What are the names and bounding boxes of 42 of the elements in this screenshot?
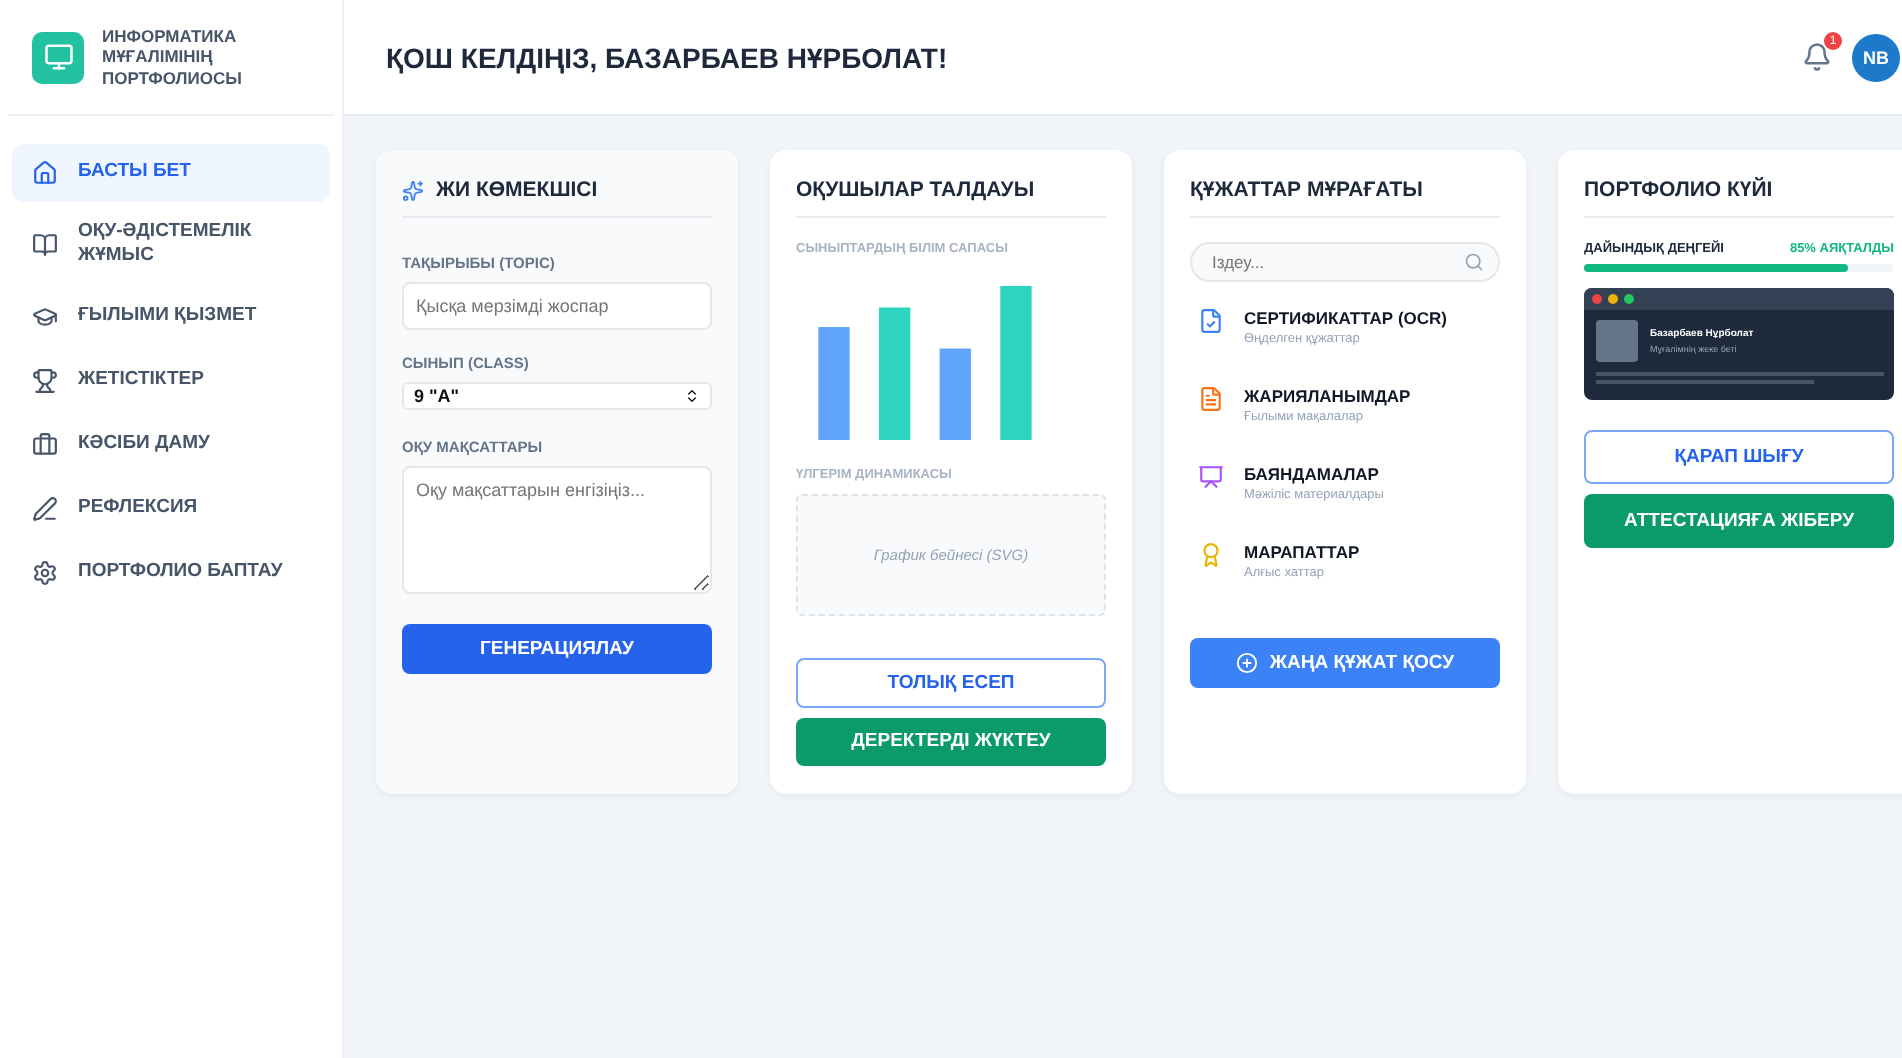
topic-input[interactable]: Қысқа мерзімді жоспар [402, 282, 712, 330]
welcome-title: ҚОШ КЕЛДІҢІЗ, БАЗАРБАЕВ НҰРБОЛАТ! [386, 41, 948, 73]
briefcase-icon [32, 431, 58, 458]
document-category[interactable]: СЕРТИФИКАТТАР (OCR) [1244, 308, 1448, 328]
sidebar-item[interactable]: ПОРТФОЛИО БАПТАУ [12, 543, 330, 602]
sidebar-item[interactable]: БАСТЫ БЕТ [12, 144, 330, 202]
gear-icon [32, 559, 58, 586]
upload-data-button[interactable]: ДЕРЕКТЕРДІ ЖҮКТЕУ [796, 717, 1106, 767]
add-document-button[interactable]: ЖАҢА ҚҰЖАТ ҚОСУ [1190, 638, 1500, 688]
document-category[interactable]: МАРАПАТТАР [1244, 542, 1360, 562]
search-icon [1464, 252, 1484, 272]
sidebar-item[interactable]: ЖЕТІСТІКТЕР [12, 351, 330, 410]
brand-title: ИНФОРМАТИКА МҰҒАЛІМІНІҢ ПОРТФОЛИОСЫ [102, 26, 244, 88]
card-title: ОҚУШЫЛАР ТАЛДАУЫ [796, 178, 1035, 202]
document-category[interactable]: ЖАРИЯЛАНЫМДАР [1244, 386, 1411, 406]
submit-button[interactable]: АТТЕСТАЦИЯҒА ЖІБЕРУ [1584, 494, 1894, 548]
monitor-logo-icon [32, 31, 84, 83]
user-avatar[interactable]: NB [1852, 33, 1900, 81]
full-report-button[interactable]: ТОЛЫҚ ЕСЕП [796, 657, 1106, 708]
class-select[interactable]: 9 "А" [402, 382, 712, 410]
graduation-cap-icon [32, 303, 58, 330]
sidebar-item[interactable]: ОҚУ-ӘДІСТЕМЕЛІК ЖҰМЫС [12, 208, 330, 282]
book-icon [32, 231, 58, 258]
trophy-icon [32, 367, 58, 394]
home-icon [32, 160, 58, 186]
sidebar-item[interactable]: КӘСІБИ ДАМУ [12, 415, 330, 474]
card-title: ҚҰЖАТТАР МҰРАҒАТЫ [1190, 178, 1423, 202]
sidebar-item[interactable]: РЕФЛЕКСИЯ [12, 479, 330, 538]
card-title: ЖИ КӨМЕКШІСІ [436, 178, 598, 202]
card-title: ПОРТФОЛИО КҮЙІ [1584, 178, 1773, 202]
document-category[interactable]: БАЯНДАМАЛАР [1244, 464, 1384, 484]
generate-button[interactable]: ГЕНЕРАЦИЯЛАУ [402, 624, 712, 674]
notification-bell-icon[interactable] [1802, 42, 1832, 72]
search-field[interactable]: Іздеу... [1190, 242, 1500, 282]
preview-avatar [1596, 320, 1638, 362]
goals-textarea[interactable]: Оқу мақсаттарын енгізіңіз... [402, 466, 712, 594]
pen-icon [32, 495, 58, 522]
sparkle-icon [402, 179, 424, 201]
plus-icon [1235, 652, 1258, 674]
sidebar-item[interactable]: ҒЫЛЫМИ ҚЫЗМЕТ [12, 287, 330, 346]
preview-button[interactable]: ҚАРАП ШЫҒУ [1584, 430, 1894, 484]
chevron-updown-icon [684, 388, 700, 404]
